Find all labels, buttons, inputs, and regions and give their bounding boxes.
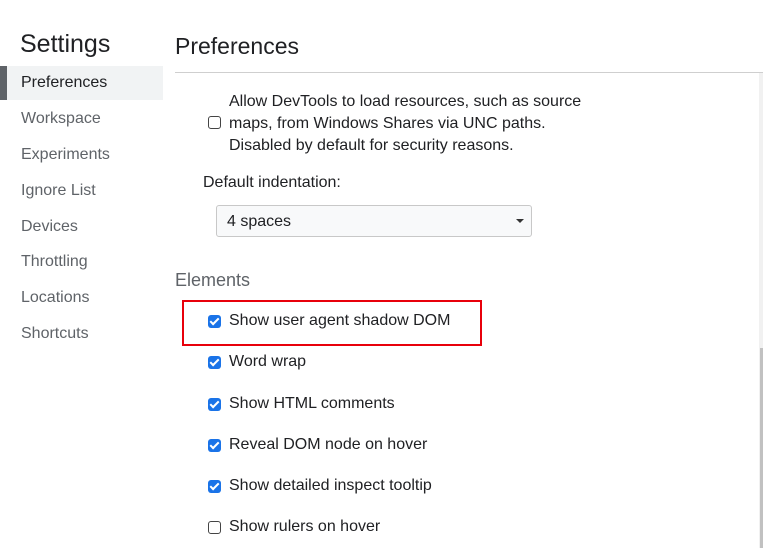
word-wrap-label: Word wrap <box>229 353 307 370</box>
reveal-dom-checkbox[interactable] <box>208 439 221 452</box>
html-comments-label: Show HTML comments <box>229 395 395 412</box>
sidebar-item-experiments[interactable]: Experiments <box>0 138 163 172</box>
indentation-value: 4 spaces <box>227 213 292 230</box>
word-wrap-checkbox[interactable] <box>208 356 221 369</box>
dropdown-caret-icon <box>516 219 524 223</box>
inspect-tooltip-label: Show detailed inspect tooltip <box>229 477 432 494</box>
sidebar-item-preferences[interactable]: Preferences <box>0 66 163 100</box>
sidebar-item-workspace[interactable]: Workspace <box>0 102 163 136</box>
sidebar-item-locations[interactable]: Locations <box>0 281 163 315</box>
shadow-dom-label: Show user agent shadow DOM <box>229 312 451 329</box>
reveal-dom-label: Reveal DOM node on hover <box>229 436 428 453</box>
page-title: Preferences <box>175 33 300 59</box>
shadow-dom-checkbox[interactable] <box>208 315 221 328</box>
html-comments-checkbox[interactable] <box>208 398 221 411</box>
rulers-checkbox[interactable] <box>208 521 221 534</box>
inspect-tooltip-checkbox[interactable] <box>208 480 221 493</box>
elements-section-header: Elements <box>175 270 251 290</box>
rulers-label: Show rulers on hover <box>229 518 381 535</box>
sidebar-item-ignore-list[interactable]: Ignore List <box>0 174 163 208</box>
unc-paths-label: Allow DevTools to load resources, such a… <box>229 93 582 154</box>
divider <box>175 72 763 73</box>
sidebar-item-throttling[interactable]: Throttling <box>0 245 163 279</box>
unc-paths-checkbox[interactable] <box>208 116 221 129</box>
settings-title: Settings <box>20 30 111 58</box>
sidebar-item-devices[interactable]: Devices <box>0 210 163 244</box>
indentation-label: Default indentation: <box>203 174 341 191</box>
indentation-select[interactable]: 4 spaces <box>216 205 532 237</box>
sidebar-item-shortcuts[interactable]: Shortcuts <box>0 317 163 351</box>
